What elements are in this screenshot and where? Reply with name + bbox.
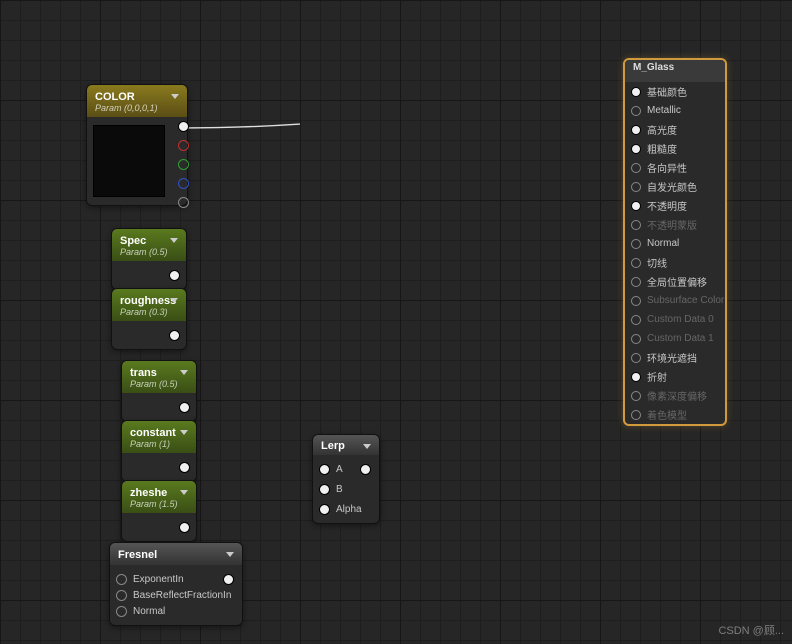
material-input-环境光遮挡[interactable]: 环境光遮挡 — [625, 348, 725, 367]
watermark: CSDN @顾... — [718, 622, 784, 638]
pin-in[interactable] — [631, 201, 641, 211]
node-zheshe[interactable]: zhesheParam (1.5) — [121, 480, 197, 542]
material-output-node[interactable]: M_Glass 基础颜色Metallic高光度粗糙度各向异性自发光颜色不透明度不… — [623, 58, 727, 426]
color-preview — [93, 125, 165, 197]
pin-out[interactable] — [360, 464, 371, 475]
chevron-down-icon — [363, 444, 371, 449]
pin-normal: Normal — [110, 601, 242, 621]
material-title: M_Glass — [625, 60, 725, 82]
pin-r[interactable] — [178, 140, 189, 151]
chevron-down-icon — [171, 94, 179, 99]
node-trans[interactable]: transParam (0.5) — [121, 360, 197, 422]
node-title: COLOR — [95, 91, 179, 103]
chevron-down-icon — [226, 552, 234, 557]
material-input-切线[interactable]: 切线 — [625, 253, 725, 272]
pin-out[interactable] — [179, 462, 190, 473]
node-roughness[interactable]: roughnessParam (0.3) — [111, 288, 187, 350]
pin-g[interactable] — [178, 159, 189, 170]
node-constant[interactable]: constantParam (1) — [121, 420, 197, 482]
material-input-不透明蒙版[interactable]: 不透明蒙版 — [625, 215, 725, 234]
node-fresnel[interactable]: Fresnel ExponentIn BaseReflectFractionIn… — [109, 542, 243, 626]
pin-in[interactable] — [631, 144, 641, 154]
pin-in[interactable] — [631, 315, 641, 325]
pin-alpha: Alpha — [313, 499, 379, 519]
pin-in[interactable] — [631, 182, 641, 192]
material-input-Custom Data 0[interactable]: Custom Data 0 — [625, 310, 725, 329]
pin-out[interactable] — [169, 330, 180, 341]
material-input-像素深度偏移[interactable]: 像素深度偏移 — [625, 386, 725, 405]
pin-b: B — [313, 479, 379, 499]
pin-in[interactable] — [631, 258, 641, 268]
pin-out[interactable] — [223, 574, 234, 585]
material-input-Normal[interactable]: Normal — [625, 234, 725, 253]
node-spec[interactable]: SpecParam (0.5) — [111, 228, 187, 290]
pin-in[interactable] — [631, 410, 641, 420]
pin-in[interactable] — [631, 296, 641, 306]
material-input-折射[interactable]: 折射 — [625, 367, 725, 386]
material-input-粗糙度[interactable]: 粗糙度 — [625, 139, 725, 158]
material-input-着色模型[interactable]: 着色模型 — [625, 405, 725, 424]
material-input-自发光颜色[interactable]: 自发光颜色 — [625, 177, 725, 196]
node-color[interactable]: COLORParam (0,0,0,1) — [86, 84, 188, 206]
node-lerp[interactable]: Lerp A B Alpha — [312, 434, 380, 524]
chevron-down-icon — [180, 430, 188, 435]
pin-in[interactable] — [631, 106, 641, 116]
pin-in[interactable] — [631, 334, 641, 344]
chevron-down-icon — [180, 490, 188, 495]
chevron-down-icon — [170, 298, 178, 303]
pin-in[interactable] — [631, 87, 641, 97]
material-input-Custom Data 1[interactable]: Custom Data 1 — [625, 329, 725, 348]
pin-out[interactable] — [169, 270, 180, 281]
pin-b[interactable] — [178, 178, 189, 189]
material-input-各向异性[interactable]: 各向异性 — [625, 158, 725, 177]
pin-out[interactable] — [179, 402, 190, 413]
material-input-全局位置偏移[interactable]: 全局位置偏移 — [625, 272, 725, 291]
pin-in[interactable] — [631, 372, 641, 382]
chevron-down-icon — [170, 238, 178, 243]
pin-in[interactable] — [631, 239, 641, 249]
material-input-Metallic[interactable]: Metallic — [625, 101, 725, 120]
material-input-Subsurface Color[interactable]: Subsurface Color — [625, 291, 725, 310]
pin-in[interactable] — [631, 353, 641, 363]
pin-in[interactable] — [631, 220, 641, 230]
chevron-down-icon — [180, 370, 188, 375]
pin-rgb[interactable] — [178, 121, 189, 132]
pin-in[interactable] — [631, 277, 641, 287]
material-input-高光度[interactable]: 高光度 — [625, 120, 725, 139]
pin-in[interactable] — [631, 391, 641, 401]
pin-out[interactable] — [179, 522, 190, 533]
pin-in[interactable] — [631, 125, 641, 135]
material-input-不透明度[interactable]: 不透明度 — [625, 196, 725, 215]
pin-in[interactable] — [631, 163, 641, 173]
material-input-基础颜色[interactable]: 基础颜色 — [625, 82, 725, 101]
pin-a[interactable] — [178, 197, 189, 208]
